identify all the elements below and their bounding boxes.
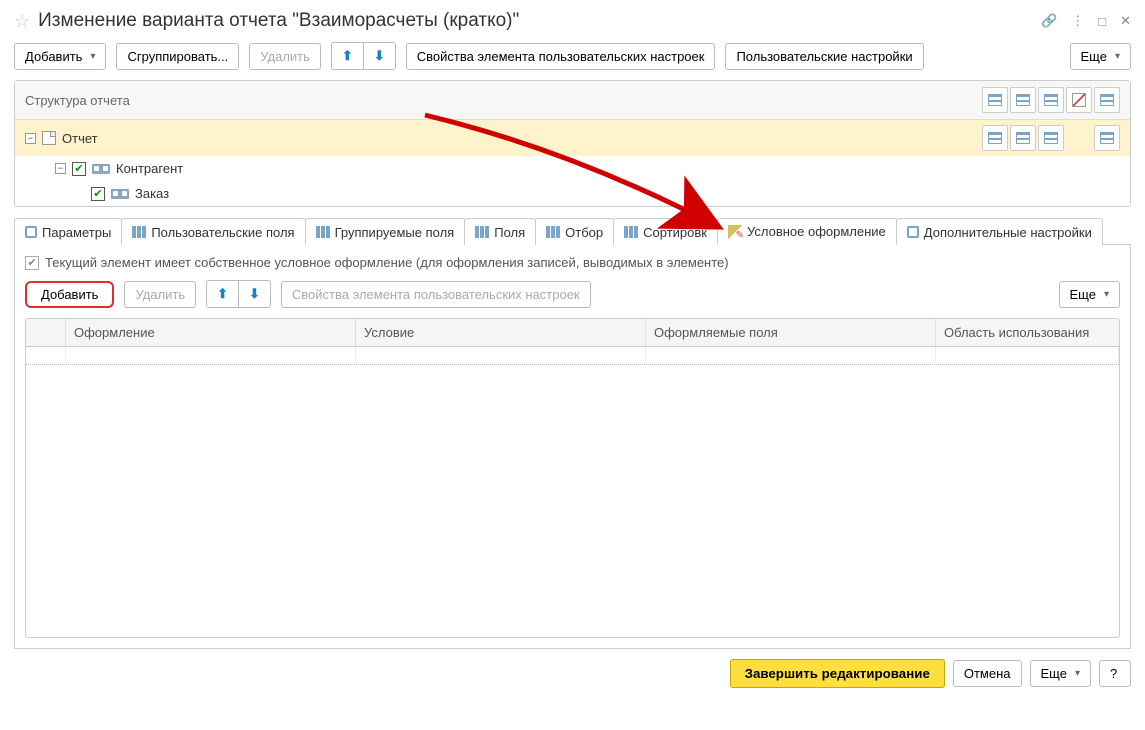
panel-icon-3[interactable] — [1038, 87, 1064, 113]
group-icon — [111, 189, 129, 199]
maximize-icon[interactable]: □ — [1098, 14, 1106, 29]
delete-condition-button: Удалить — [124, 281, 196, 308]
link-icon[interactable]: 🔗 — [1041, 13, 1057, 29]
move-down-button[interactable]: ⬇ — [363, 42, 396, 70]
arrow-up-icon: ⬆ — [342, 48, 353, 64]
col-area: Область использования — [936, 319, 1119, 346]
document-icon — [42, 131, 56, 145]
arrow-down-icon: ⬇ — [249, 286, 260, 302]
additional-icon — [907, 226, 919, 238]
tree-label-contractor: Контрагент — [116, 161, 183, 176]
checkbox-contractor[interactable] — [72, 162, 86, 176]
tab-sort[interactable]: Сортировк — [613, 218, 718, 245]
window-title: Изменение варианта отчета "Взаиморасчеты… — [38, 10, 1033, 32]
grid-empty-row — [26, 347, 1119, 365]
expander-icon[interactable]: − — [55, 163, 66, 174]
filter-icon — [546, 226, 560, 238]
report-tree: − Отчет − Контрагент — [15, 120, 1130, 206]
tab-parameters[interactable]: Параметры — [14, 218, 122, 245]
element-props-button[interactable]: Свойства элемента пользовательских настр… — [406, 43, 716, 70]
finish-editing-button[interactable]: Завершить редактирование — [730, 659, 945, 688]
tab-content-conditional: Текущий элемент имеет собственное условн… — [14, 245, 1131, 649]
tab-fields[interactable]: Поля — [464, 218, 536, 245]
panel-icon-5[interactable] — [1094, 87, 1120, 113]
delete-button: Удалить — [249, 43, 321, 70]
col-appearance: Оформление — [66, 319, 356, 346]
row-icon-2[interactable] — [1010, 125, 1036, 151]
settings-tabs: Параметры Пользовательские поля Группиру… — [14, 217, 1131, 245]
add-button[interactable]: Добавить — [14, 43, 106, 70]
move-up-button[interactable]: ⬆ — [331, 42, 364, 70]
close-icon[interactable]: ✕ — [1120, 13, 1131, 29]
tab-grouped-fields[interactable]: Группируемые поля — [305, 218, 466, 245]
cond-move-up-button[interactable]: ⬆ — [206, 280, 239, 308]
user-settings-button[interactable]: Пользовательские настройки — [725, 43, 923, 70]
report-structure-panel: Структура отчета − Отчет — [14, 80, 1131, 207]
panel-icon-1[interactable] — [982, 87, 1008, 113]
footer-more-button[interactable]: Еще — [1030, 660, 1091, 687]
fields-icon — [475, 226, 489, 238]
tree-row-report[interactable]: − Отчет — [15, 120, 1130, 156]
tree-row-order[interactable]: Заказ — [15, 181, 1130, 206]
arrow-up-icon: ⬆ — [217, 286, 228, 302]
cond-element-props-button: Свойства элемента пользовательских настр… — [281, 281, 591, 308]
tab-additional-settings[interactable]: Дополнительные настройки — [896, 218, 1103, 245]
tab-user-fields[interactable]: Пользовательские поля — [121, 218, 305, 245]
tab-filter[interactable]: Отбор — [535, 218, 614, 245]
panel-title: Структура отчета — [25, 93, 980, 108]
add-condition-button[interactable]: Добавить — [25, 281, 114, 308]
kebab-menu-icon[interactable]: ⋮ — [1071, 13, 1084, 29]
group-button[interactable]: Сгруппировать... — [116, 43, 239, 70]
row-icon-4[interactable] — [1094, 125, 1120, 151]
params-icon — [25, 226, 37, 238]
cancel-button[interactable]: Отмена — [953, 660, 1022, 687]
tree-row-contractor[interactable]: − Контрагент — [15, 156, 1130, 181]
cond-move-down-button[interactable]: ⬇ — [238, 280, 271, 308]
checkbox-order[interactable] — [91, 187, 105, 201]
own-conditional-label: Текущий элемент имеет собственное условн… — [45, 255, 729, 270]
arrow-down-icon: ⬇ — [374, 48, 385, 64]
grouped-fields-icon — [316, 226, 330, 238]
col-fields: Оформляемые поля — [646, 319, 936, 346]
tree-label-report: Отчет — [62, 131, 98, 146]
own-conditional-checkbox[interactable] — [25, 256, 39, 270]
footer: Завершить редактирование Отмена Еще ? — [14, 659, 1131, 688]
user-fields-icon — [132, 226, 146, 238]
cond-more-button[interactable]: Еще — [1059, 281, 1120, 308]
panel-icon-4[interactable] — [1066, 87, 1092, 113]
sort-icon — [624, 226, 638, 238]
conditional-icon — [728, 225, 742, 239]
tree-label-order: Заказ — [135, 186, 169, 201]
conditions-grid[interactable]: Оформление Условие Оформляемые поля Обла… — [25, 318, 1120, 638]
tab-conditional-appearance[interactable]: Условное оформление — [717, 218, 897, 245]
row-icon-3[interactable] — [1038, 125, 1064, 151]
expander-icon[interactable]: − — [25, 133, 36, 144]
help-button[interactable]: ? — [1099, 660, 1131, 687]
main-toolbar: Добавить Сгруппировать... Удалить ⬆ ⬇ Св… — [14, 42, 1131, 70]
more-button[interactable]: Еще — [1070, 43, 1131, 70]
row-icon-1[interactable] — [982, 125, 1008, 151]
panel-icon-2[interactable] — [1010, 87, 1036, 113]
grid-header: Оформление Условие Оформляемые поля Обла… — [26, 319, 1119, 347]
group-icon — [92, 164, 110, 174]
favorite-star-icon[interactable]: ☆ — [14, 11, 30, 32]
col-condition: Условие — [356, 319, 646, 346]
titlebar: ☆ Изменение варианта отчета "Взаиморасче… — [14, 10, 1131, 32]
